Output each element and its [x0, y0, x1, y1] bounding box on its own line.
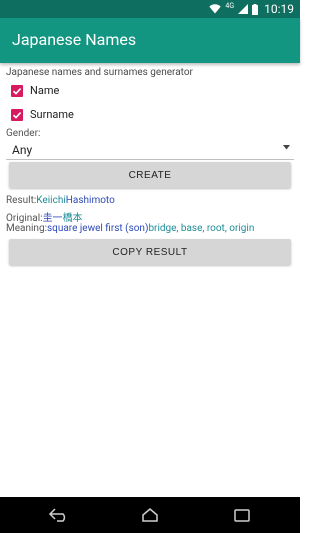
result-label: Result: — [6, 195, 37, 206]
gender-dropdown[interactable]: Any — [6, 141, 294, 160]
back-icon[interactable] — [48, 507, 70, 523]
result-last-name[interactable]: Hashimoto — [66, 195, 115, 206]
home-icon[interactable] — [139, 507, 161, 523]
app-bar: Japanese Names — [0, 18, 300, 63]
status-bar: 4G 10:19 — [0, 0, 300, 18]
surname-checkbox-label: Surname — [30, 108, 74, 121]
surname-checkbox[interactable] — [11, 108, 23, 121]
recents-icon[interactable] — [231, 507, 253, 523]
meaning-label: Meaning: — [6, 223, 47, 234]
meaning-first-name[interactable]: square jewel first (son) — [47, 223, 148, 234]
subtitle: Japanese names and surnames generator — [6, 67, 193, 78]
meaning-last-name[interactable]: bridge, base, root, origin — [148, 223, 254, 234]
app-title: Japanese Names — [12, 30, 137, 49]
battery-icon — [252, 3, 259, 15]
wifi-icon — [209, 4, 222, 14]
signal-type-label: 4G — [225, 1, 235, 10]
gender-label: Gender: — [6, 128, 41, 139]
check-icon — [12, 111, 22, 119]
surname-checkbox-row[interactable]: Surname — [11, 108, 74, 121]
copy-result-button[interactable]: COPY RESULT — [9, 239, 291, 265]
dropdown-arrow-icon — [283, 145, 290, 150]
signal-icon — [238, 4, 249, 14]
name-checkbox-label: Name — [30, 84, 60, 97]
original-line: Original:圭一橋本 — [6, 209, 83, 224]
name-checkbox-row[interactable]: Name — [11, 84, 59, 97]
create-button[interactable]: CREATE — [9, 162, 291, 188]
result-first-name[interactable]: Keiichi — [36, 195, 66, 206]
check-icon — [12, 87, 22, 95]
status-time: 10:19 — [264, 2, 294, 16]
result-line: Result:KeiichiHashimoto — [6, 195, 115, 206]
name-checkbox[interactable] — [11, 84, 23, 97]
gender-value: Any — [12, 143, 33, 157]
meaning-line: Meaning:square jewel first (son)bridge, … — [6, 223, 254, 234]
navigation-bar — [0, 497, 300, 533]
